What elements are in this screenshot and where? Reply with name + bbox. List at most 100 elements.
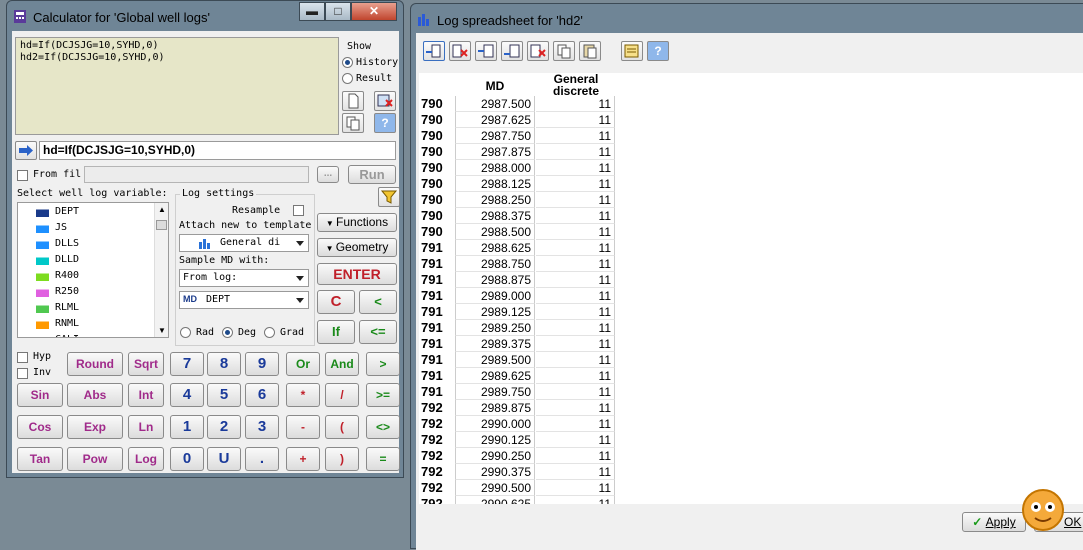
well-log-item[interactable]: DLLS [36, 237, 79, 253]
md-cell[interactable]: 2989.500 [455, 352, 535, 368]
table-row[interactable]: 792 2990.625 11 [419, 496, 615, 504]
general-discrete-cell[interactable]: 11 [536, 464, 615, 480]
key-ne-button[interactable]: <> [366, 415, 400, 439]
insert-row-button[interactable] [475, 41, 497, 61]
list-scrollbar[interactable]: ▲ ▼ [154, 203, 168, 337]
general-discrete-cell[interactable]: 11 [536, 208, 615, 224]
hyp-checkbox[interactable] [17, 352, 28, 363]
table-row[interactable]: 790 2987.875 11 [419, 144, 615, 160]
key-k3-button[interactable]: 3 [245, 415, 279, 439]
well-log-item[interactable]: R250 [36, 285, 79, 301]
md-cell[interactable]: 2990.250 [455, 448, 535, 464]
paste-button[interactable] [579, 41, 601, 61]
table-row[interactable]: 791 2989.750 11 [419, 384, 615, 400]
add-column-button[interactable] [423, 41, 445, 61]
well-log-item[interactable]: DLLD [36, 253, 79, 269]
md-cell[interactable]: 2987.750 [455, 128, 535, 144]
expression-input[interactable]: hd=If(DCJSJG=10,SYHD,0) [39, 141, 396, 160]
general-discrete-cell[interactable]: 11 [536, 224, 615, 240]
key-sin-button[interactable]: Sin [17, 383, 63, 407]
md-cell[interactable]: 2988.250 [455, 192, 535, 208]
table-row[interactable]: 792 2990.250 11 [419, 448, 615, 464]
key-eq-button[interactable]: = [366, 447, 400, 471]
well-log-item[interactable]: RLML [36, 301, 79, 317]
md-cell[interactable]: 2990.500 [455, 480, 535, 496]
delete-row-button[interactable] [527, 41, 549, 61]
table-row[interactable]: 791 2988.875 11 [419, 272, 615, 288]
general-discrete-cell[interactable]: 11 [536, 304, 615, 320]
copy-button[interactable] [553, 41, 575, 61]
key-or-button[interactable]: Or [286, 352, 320, 376]
maximize-button[interactable]: □ [325, 2, 351, 21]
grid-delete-button[interactable] [374, 91, 396, 111]
md-cell[interactable]: 2990.375 [455, 464, 535, 480]
md-cell[interactable]: 2987.625 [455, 112, 535, 128]
resample-checkbox[interactable] [293, 205, 304, 216]
md-cell[interactable]: 2989.625 [455, 368, 535, 384]
scroll-thumb[interactable] [156, 220, 167, 230]
general-discrete-cell[interactable]: 11 [536, 128, 615, 144]
key-abs-button[interactable]: Abs [67, 383, 123, 407]
column-header-general[interactable]: General discrete [537, 73, 615, 97]
grad-radio[interactable] [264, 327, 275, 338]
general-discrete-cell[interactable]: 11 [536, 400, 615, 416]
settings-button[interactable] [621, 41, 643, 61]
general-discrete-cell[interactable]: 11 [536, 96, 615, 112]
key-k9-button[interactable]: 9 [245, 352, 279, 376]
general-discrete-cell[interactable]: 11 [536, 160, 615, 176]
key-ln-button[interactable]: Ln [128, 415, 164, 439]
deg-radio[interactable] [222, 327, 233, 338]
md-cell[interactable]: 2988.000 [455, 160, 535, 176]
key-lparen-button[interactable]: ( [325, 415, 359, 439]
key-k7-button[interactable]: 7 [170, 352, 204, 376]
template-select[interactable]: General di [179, 234, 309, 252]
functions-button[interactable]: ▼ Functions [317, 213, 397, 232]
key-k8-button[interactable]: 8 [207, 352, 241, 376]
rad-radio[interactable] [180, 327, 191, 338]
general-discrete-cell[interactable]: 11 [536, 320, 615, 336]
history-radio[interactable] [342, 57, 353, 68]
key-gt-button[interactable]: > [366, 352, 400, 376]
general-discrete-cell[interactable]: 11 [536, 144, 615, 160]
clear-button[interactable]: C [317, 290, 355, 314]
inv-checkbox[interactable] [17, 368, 28, 379]
minimize-button[interactable]: ▬ [299, 2, 325, 21]
help-button[interactable]: ? [374, 113, 396, 133]
table-row[interactable]: 791 2989.250 11 [419, 320, 615, 336]
table-row[interactable]: 791 2989.375 11 [419, 336, 615, 352]
md-cell[interactable]: 2990.125 [455, 432, 535, 448]
general-discrete-cell[interactable]: 11 [536, 368, 615, 384]
less-equal-button[interactable]: <= [359, 320, 397, 344]
table-row[interactable]: 790 2988.500 11 [419, 224, 615, 240]
help-button[interactable]: ? [647, 41, 669, 61]
key-k5-button[interactable]: 5 [207, 383, 241, 407]
browse-button[interactable]: ... [317, 166, 339, 183]
key-round-button[interactable]: Round [67, 352, 123, 376]
copy-button[interactable] [342, 113, 364, 133]
md-cell[interactable]: 2990.625 [455, 496, 535, 504]
md-cell[interactable]: 2988.625 [455, 240, 535, 256]
enter-button[interactable]: ENTER [317, 263, 397, 285]
key-rparen-button[interactable]: ) [325, 447, 359, 471]
general-discrete-cell[interactable]: 11 [536, 256, 615, 272]
md-cell[interactable]: 2989.875 [455, 400, 535, 416]
table-row[interactable]: 792 2990.500 11 [419, 480, 615, 496]
table-row[interactable]: 792 2990.125 11 [419, 432, 615, 448]
filter-button[interactable] [378, 187, 400, 207]
well-log-item[interactable]: DEPT [36, 205, 79, 221]
table-row[interactable]: 791 2989.000 11 [419, 288, 615, 304]
general-discrete-cell[interactable]: 11 [536, 352, 615, 368]
key-exp-button[interactable]: Exp [67, 415, 123, 439]
result-radio[interactable] [342, 73, 353, 84]
md-cell[interactable]: 2989.750 [455, 384, 535, 400]
table-row[interactable]: 790 2988.375 11 [419, 208, 615, 224]
md-cell[interactable]: 2987.500 [455, 96, 535, 112]
spreadsheet-grid[interactable]: MD General discrete 790 2987.500 11 790 2987… [419, 73, 1083, 504]
insert-arrow-button[interactable] [15, 141, 37, 160]
scroll-down-icon[interactable]: ▼ [158, 326, 166, 335]
md-cell[interactable]: 2987.875 [455, 144, 535, 160]
column-header-md[interactable]: MD [455, 79, 535, 93]
key-k6-button[interactable]: 6 [245, 383, 279, 407]
md-cell[interactable]: 2988.500 [455, 224, 535, 240]
well-log-item[interactable]: CALI [36, 333, 79, 337]
